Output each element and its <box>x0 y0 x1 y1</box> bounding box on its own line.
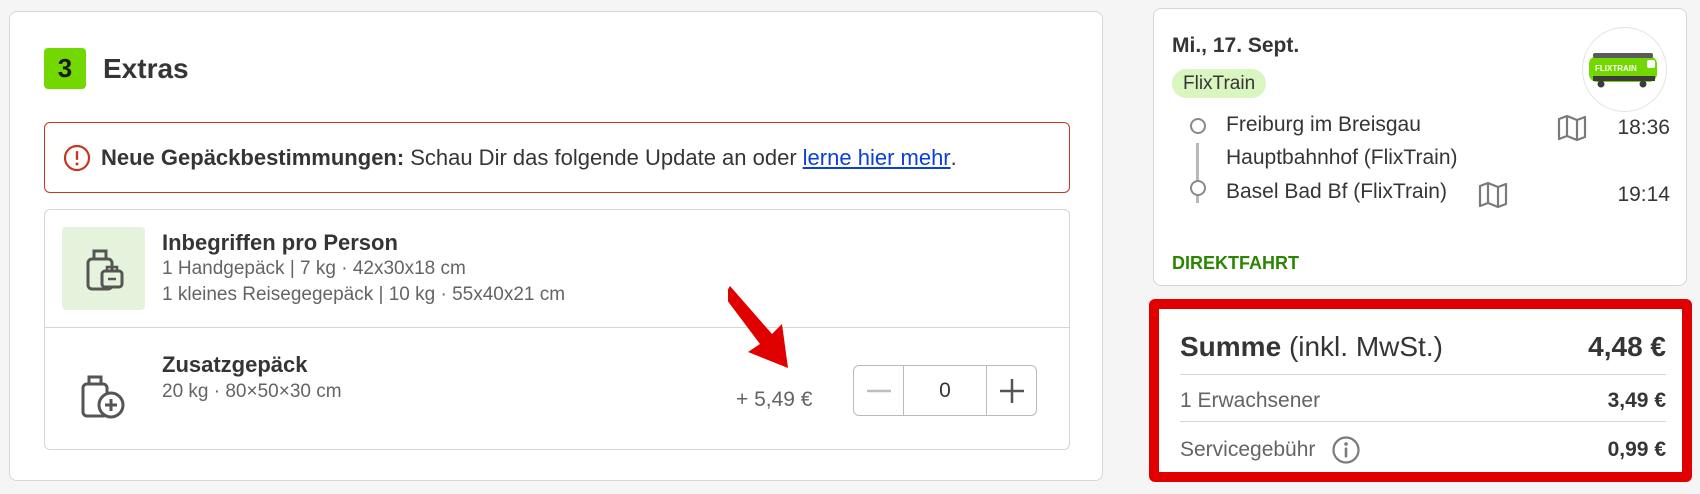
operator-badge: FlixTrain <box>1172 69 1267 98</box>
trip-date: Mi., 17. Sept. <box>1172 34 1300 57</box>
learn-more-link[interactable]: lerne hier mehr <box>803 145 951 171</box>
summary-total: 4,48 € <box>1588 331 1666 362</box>
summary-title: Summe (inkl. MwSt.) <box>1180 331 1443 363</box>
departure-dot <box>1190 118 1206 134</box>
summary-title-note: (inkl. MwSt.) <box>1288 331 1443 362</box>
info-icon[interactable] <box>1331 435 1361 465</box>
add-luggage-icon <box>81 375 125 419</box>
plus-icon <box>999 378 1024 403</box>
additional-luggage-price: + 5,49 € <box>736 388 813 411</box>
section-title: Extras <box>103 53 189 84</box>
decrease-button[interactable] <box>854 366 903 415</box>
map-icon[interactable] <box>1478 180 1508 210</box>
luggage-notice: Neue Gepäckbestimmungen: Schau Dir das f… <box>44 122 1070 193</box>
train-icon: FLIXTRAIN <box>1588 52 1657 87</box>
included-title: Inbegriffen pro Person <box>162 230 398 255</box>
notice-period: . <box>950 144 957 170</box>
adult-fare-value: 3,49 € <box>1607 389 1666 412</box>
flixtrain-logo: FLIXTRAIN <box>1582 27 1667 112</box>
additional-luggage-title: Zusatzgepäck <box>162 352 308 377</box>
minus-icon <box>866 389 891 392</box>
departure-time: 18:36 <box>1617 116 1670 139</box>
departure-station-line2: Hauptbahnhof (FlixTrain) <box>1226 146 1458 169</box>
arrival-station: Basel Bad Bf (FlixTrain) <box>1226 180 1447 203</box>
service-fee-label: Servicegebühr <box>1180 438 1316 461</box>
arrival-dot <box>1190 180 1206 196</box>
map-icon[interactable] <box>1557 113 1587 143</box>
divider <box>45 327 1069 328</box>
quantity-value[interactable]: 0 <box>903 366 987 415</box>
trip-summary-card: Mi., 17. Sept. FlixTrain FLIXTRAIN Freib… <box>1153 8 1687 286</box>
adult-fare-label: 1 Erwachsener <box>1180 389 1321 412</box>
direct-connection-label: DIREKTFAHRT <box>1172 253 1299 273</box>
arrival-time: 19:14 <box>1617 183 1670 206</box>
additional-luggage-subtitle: 20 kg · 80×50×30 cm <box>162 381 342 402</box>
alert-info-icon <box>63 144 91 171</box>
logo-text: FLIXTRAIN <box>1595 64 1637 73</box>
extras-section: 3 Extras Neue Gepäckbestimmungen: Schau … <box>9 11 1103 481</box>
service-fee-value: 0,99 € <box>1607 438 1666 461</box>
divider <box>1180 374 1666 375</box>
notice-text: Schau Dir das folgende Update an oder <box>410 144 797 170</box>
luggage-icon <box>86 249 123 290</box>
luggage-options: Inbegriffen pro Person 1 Handgepäck | 7 … <box>44 209 1070 450</box>
step-number-badge: 3 <box>44 48 86 89</box>
red-arrow-annotation <box>728 286 788 368</box>
included-line-small-luggage: 1 kleines Reisegegepäck | 10 kg · 55x40x… <box>162 284 566 305</box>
price-summary: Summe (inkl. MwSt.) 4,48 € 1 Erwachsener… <box>1149 299 1692 482</box>
summary-title-bold: Summe <box>1180 331 1282 362</box>
divider <box>1180 421 1666 422</box>
increase-button[interactable] <box>987 366 1036 415</box>
quantity-stepper: 0 <box>853 365 1037 416</box>
departure-station-line1: Freiburg im Breisgau <box>1226 113 1421 136</box>
included-luggage-icon-box <box>62 227 145 310</box>
notice-heading: Neue Gepäckbestimmungen: <box>101 144 405 170</box>
included-line-hand-luggage: 1 Handgepäck | 7 kg · 42x30x18 cm <box>162 258 466 279</box>
